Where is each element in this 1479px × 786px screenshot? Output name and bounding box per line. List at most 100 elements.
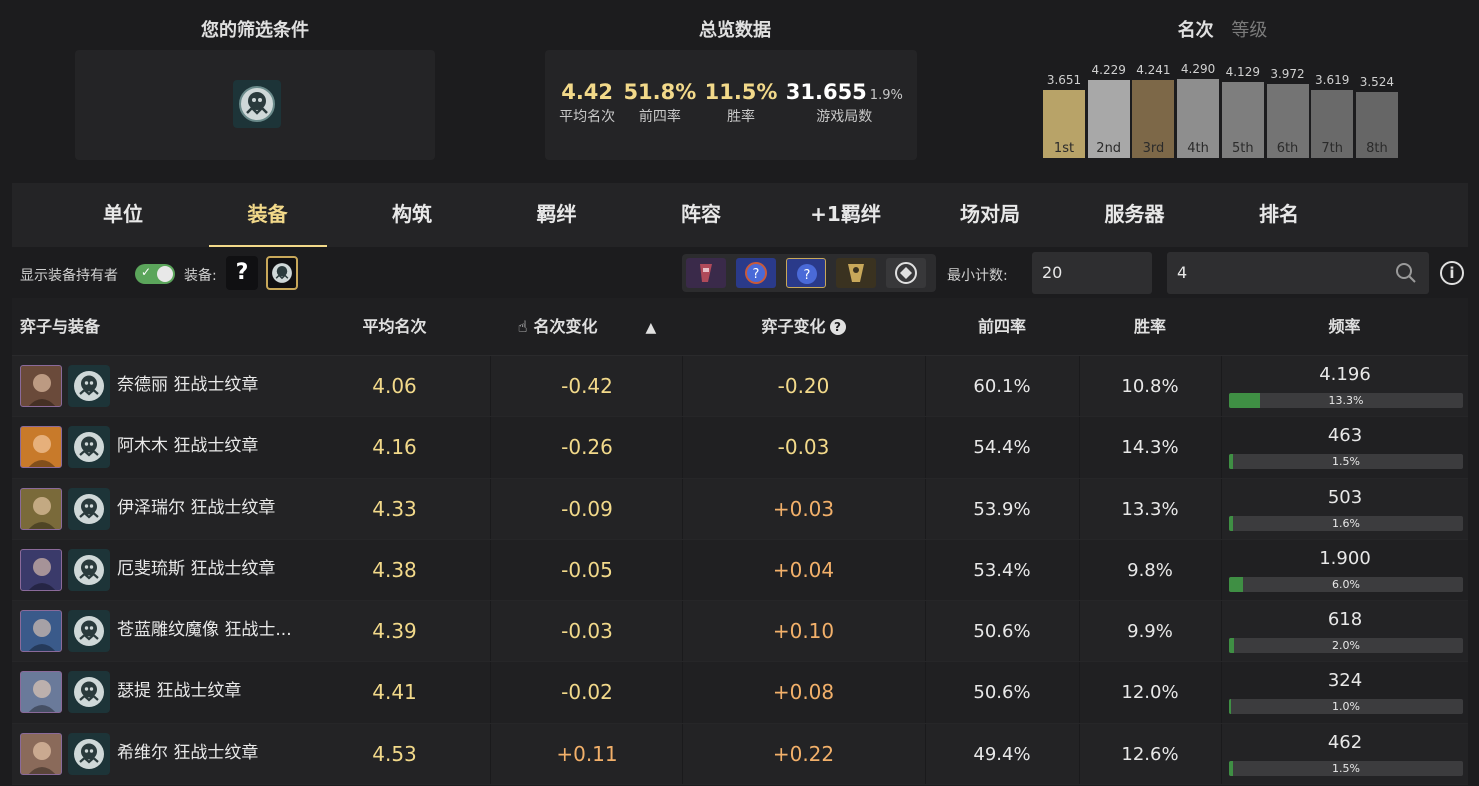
tab-7[interactable]: 服务器 [1076,183,1194,247]
tab-5[interactable]: +1羁绊 [787,183,905,247]
table-row[interactable]: 阿木木 狂战士纹章 4.16 -0.26 -0.03 54.4% 14.3% 463 1.5% [12,417,1468,479]
item-filter-2-icon[interactable]: ? [736,258,776,288]
champion-avatar[interactable] [20,548,62,591]
stat-sub-value: 1.9% [869,88,903,103]
table-row[interactable]: 瑟提 狂战士纹章 4.41 -0.02 +0.08 50.6% 12.0% 324 1.0% [12,662,1468,724]
tab-6[interactable]: 场对局 [931,183,1049,247]
header-unit-delta-label: 弈子变化 [761,317,826,336]
frequency-value: 324 [1327,670,1363,692]
column-divider [1079,601,1080,662]
column-divider [925,539,926,601]
column-divider [1079,662,1080,723]
header-win[interactable]: 胜率 [1079,298,1221,356]
champion-avatar[interactable] [20,487,62,530]
column-divider [1079,539,1080,601]
rank-bar-label: 2nd [1096,141,1122,156]
column-divider [1221,356,1222,417]
champion-avatar[interactable] [20,365,62,407]
unit-delta-cell: +0.03 [772,496,835,521]
berserker-emblem-icon[interactable] [68,732,110,775]
level-tab[interactable]: 等级 [1231,20,1267,41]
unknown-item-selector[interactable]: ? [226,256,258,290]
berserker-emblem-icon[interactable] [68,487,110,530]
champion-avatar[interactable] [20,610,62,653]
berserker-emblem-icon[interactable] [68,610,110,653]
frequency-bar: 1.0% [1229,699,1463,715]
berserker-emblem-icon[interactable] [68,426,110,469]
berserker-emblem-icon[interactable] [68,671,110,714]
item-quick-filters: ? ? [682,254,936,292]
column-divider [1221,723,1222,785]
rank-bar-value: 3.619 [1315,73,1350,87]
column-divider [925,478,926,539]
berserker-emblem-icon[interactable] [68,548,110,591]
champion-avatar[interactable] [20,671,62,714]
placement-bar-chart: 3.651 1st 4.229 2nd 4.241 3rd 4.290 4th 4.129 5th… [1043,58,1403,158]
header-place-delta[interactable]: ☝ 名次变化 ▲ [492,298,682,356]
placement-tab[interactable]: 名次 [1178,20,1214,41]
champion-avatar[interactable] [20,732,62,775]
header-avg-place[interactable]: 平均名次 [312,298,477,356]
item-filter-1-icon[interactable] [686,258,726,288]
item-filter-5-icon[interactable] [886,258,926,288]
search-icon[interactable] [1395,262,1417,284]
tab-8[interactable]: 排名 [1220,183,1338,247]
frequency-value: 503 [1327,486,1363,508]
header-top4[interactable]: 前四率 [925,298,1079,356]
table-row[interactable]: 厄斐琉斯 狂战士纹章 4.38 -0.05 +0.04 53.4% 9.8% 1.900 6.… [12,539,1468,602]
tab-4[interactable]: 阵容 [642,183,760,247]
column-divider [682,601,683,662]
tab-1[interactable]: 装备 [208,183,327,247]
rank-bar-value: 4.229 [1091,63,1126,77]
champion-avatar[interactable] [20,426,62,469]
unit-delta-cell: -0.03 [777,435,830,460]
frequency-value: 463 [1327,425,1363,447]
table-row[interactable]: 苍蓝雕纹魔像 狂战士... 4.39 -0.03 +0.10 50.6% 9.9% 618 2… [12,601,1468,663]
header-freq[interactable]: 频率 [1221,298,1468,356]
place-delta-cell: -0.26 [561,435,613,460]
overview-stat: 51.8% 前四率 [623,80,696,126]
stat-value: 31.655 1.9% [786,80,903,104]
champion-portrait-icon [28,557,56,590]
table-row[interactable]: 奈德丽 狂战士纹章 4.06 -0.42 -0.20 60.1% 10.8% 4.196 13… [12,356,1468,418]
info-icon[interactable]: i [1440,261,1464,285]
rank-bar-label: 1st [1053,141,1075,156]
header-unit-item[interactable]: 弈子与装备 [12,298,312,356]
overview-panel: 总览数据 4.42 平均名次 51.8% 前四率 11.5% 胜率 31.655 1.9% 游戏… [545,0,925,168]
avg-place-cell: 4.38 [372,557,417,582]
avg-place-cell: 4.06 [372,374,417,398]
help-icon[interactable]: ? [829,319,846,335]
show-holder-toggle[interactable]: ✓ [135,264,175,284]
table-header: 弈子与装备 平均名次 ☝ 名次变化 ▲ 弈子变化? 前四率 胜率 频率 [12,298,1468,356]
champion-portrait-icon [28,496,56,529]
stat-value: 4.42 [559,80,615,104]
tab-2[interactable]: 构筑 [353,183,471,247]
table-row[interactable]: 希维尔 狂战士纹章 4.53 +0.11 +0.22 49.4% 12.6% 462 1.5% [12,723,1468,786]
filter-panel-box [75,50,435,160]
berserker-emblem-icon[interactable] [68,365,110,407]
header-unit-delta[interactable]: 弈子变化? [682,298,925,356]
top4-cell: 53.9% [973,498,1031,520]
tab-0[interactable]: 单位 [64,183,182,247]
table-row[interactable]: 伊泽瑞尔 狂战士纹章 4.33 -0.09 +0.03 53.9% 13.3% 503 1.6… [12,478,1468,540]
column-divider [490,601,491,662]
berserker-emblem-icon[interactable] [233,80,281,128]
column-divider [925,662,926,723]
min-count-input[interactable]: 20 [1032,252,1152,294]
avg-place-cell: 4.33 [372,496,417,521]
search-input[interactable]: 4 [1167,252,1429,294]
unit-delta-cell: -0.20 [777,374,830,398]
header-place-delta-label: 名次变化 [533,317,598,336]
champion-portrait-icon [28,619,56,652]
unit-delta-cell: +0.10 [772,619,835,644]
item-filter-3-icon[interactable]: ? [786,258,826,288]
win-rate-cell: 13.3% [1121,498,1179,520]
sort-ascending-icon[interactable]: ▲ [645,320,656,336]
stat-value-text: 4.42 [561,80,614,104]
item-filter-4-icon[interactable] [836,258,876,288]
unit-delta-cell: +0.08 [772,680,835,705]
column-divider [925,417,926,478]
tab-3[interactable]: 羁绊 [498,183,616,247]
berserker-emblem-selector[interactable] [266,256,298,290]
column-divider [490,417,491,478]
